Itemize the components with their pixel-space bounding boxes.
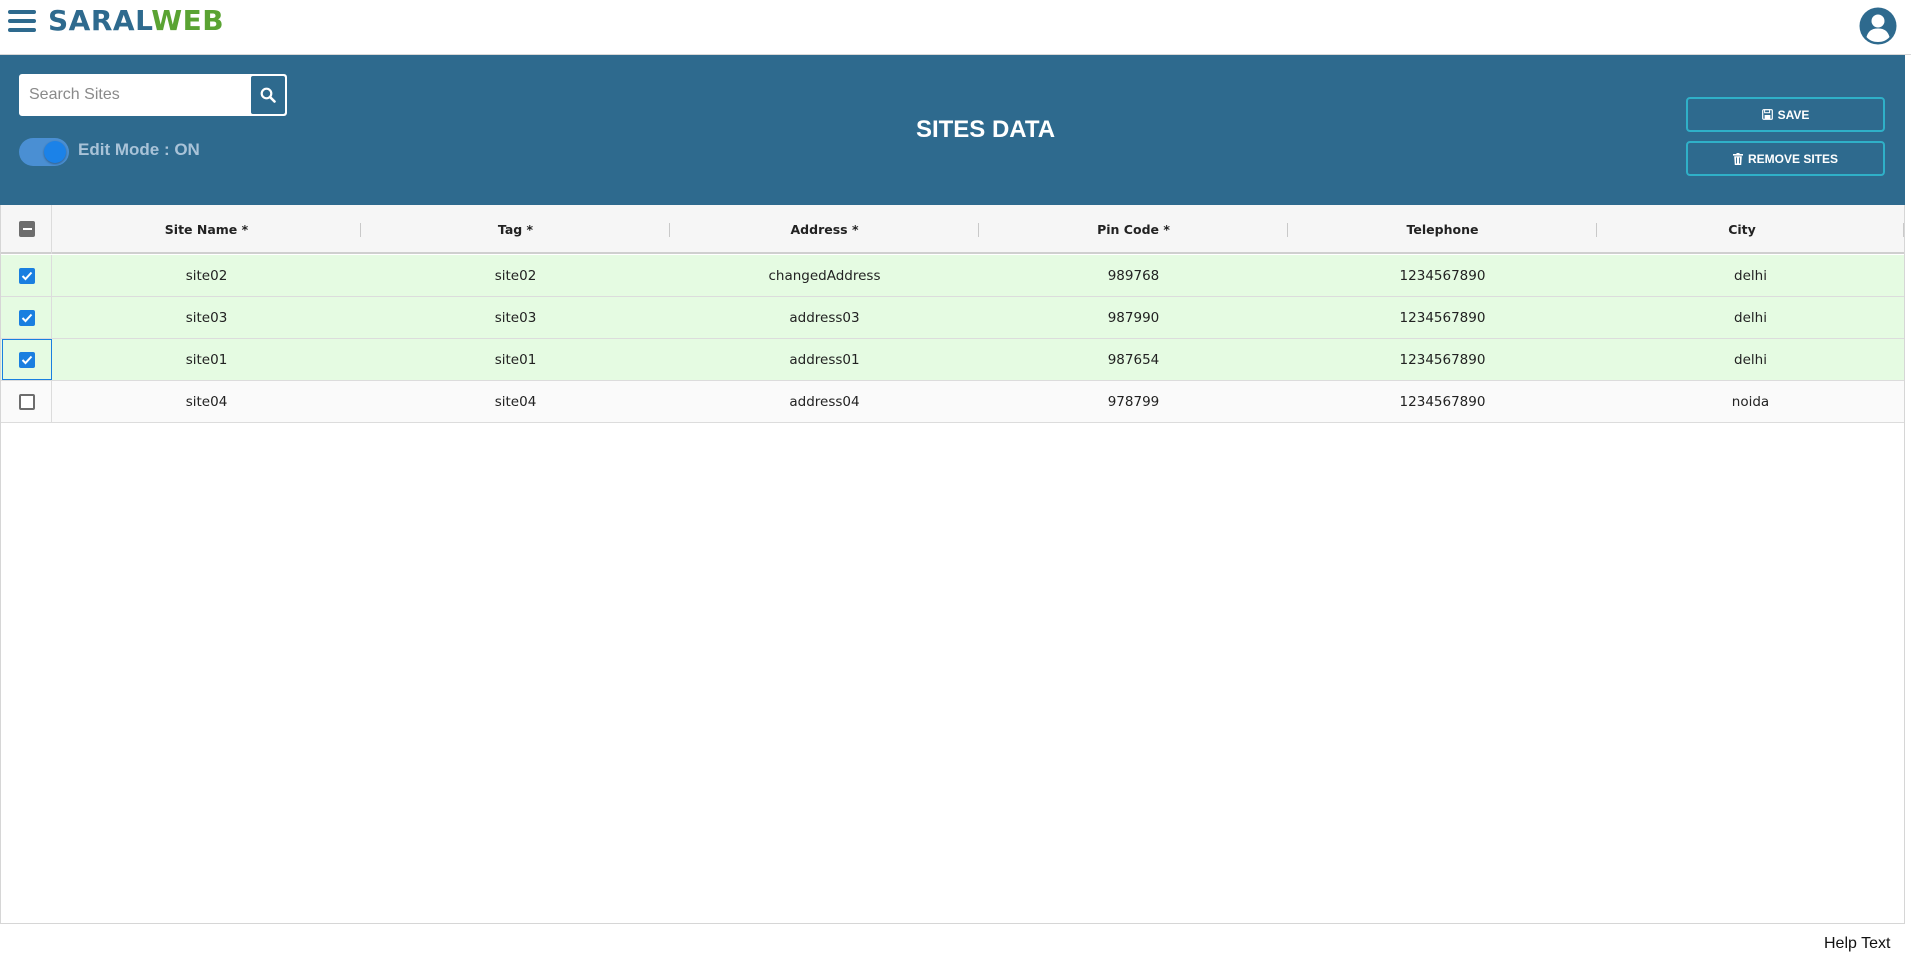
checkmark-icon (21, 355, 33, 365)
column-separator[interactable] (1903, 223, 1904, 237)
cell-pin-code[interactable]: 978799 (979, 381, 1288, 422)
search-icon (260, 87, 276, 103)
page-header: Edit Mode : ON SITES DATA SAVE REMOVE SI… (0, 55, 1905, 205)
cell-city[interactable]: delhi (1597, 255, 1904, 296)
user-account-icon[interactable] (1858, 6, 1898, 46)
hamburger-menu-icon[interactable] (8, 7, 36, 35)
grid-header: Site Name * Tag * Address * Pin Code * T… (1, 205, 1904, 254)
remove-sites-button[interactable]: REMOVE SITES (1686, 141, 1885, 176)
row-checkbox[interactable] (19, 394, 35, 410)
search-input[interactable] (21, 76, 248, 114)
cell-telephone[interactable]: 1234567890 (1288, 297, 1597, 338)
save-button-label: SAVE (1777, 107, 1810, 122)
cell-tag[interactable]: site01 (361, 339, 670, 380)
remove-sites-label: REMOVE SITES (1747, 151, 1839, 166)
search-box (19, 74, 287, 116)
row-checkbox[interactable] (19, 310, 35, 326)
cell-site-name[interactable]: site01 (52, 339, 361, 380)
cell-telephone[interactable]: 1234567890 (1288, 381, 1597, 422)
help-text-link[interactable]: Help Text (1824, 935, 1890, 953)
cell-city[interactable]: delhi (1597, 297, 1904, 338)
checkmark-icon (21, 271, 33, 281)
cell-site-name[interactable]: site02 (52, 255, 361, 296)
floppy-disk-icon (1761, 109, 1773, 120)
save-button[interactable]: SAVE (1686, 97, 1885, 132)
cell-site-name[interactable]: site04 (52, 381, 361, 422)
column-header-tag[interactable]: Tag * (361, 205, 670, 254)
cell-city[interactable]: noida (1597, 381, 1904, 422)
cell-address[interactable]: address01 (670, 339, 979, 380)
cell-address[interactable]: address03 (670, 297, 979, 338)
column-header-address[interactable]: Address * (670, 205, 979, 254)
cell-city[interactable]: delhi (1597, 339, 1904, 380)
logo-part-1: SARAL (48, 4, 152, 37)
table-row[interactable]: site01 site01 address01 987654 123456789… (1, 339, 1904, 381)
column-header-site-name[interactable]: Site Name * (52, 205, 361, 254)
minus-icon (22, 228, 32, 230)
table-row[interactable]: site02 site02 changedAddress 989768 1234… (1, 255, 1904, 297)
logo-part-2: WEB (151, 4, 225, 37)
cell-pin-code[interactable]: 989768 (979, 255, 1288, 296)
cell-address[interactable]: changedAddress (670, 255, 979, 296)
app-logo: SARALWEB (48, 2, 224, 40)
column-header-telephone[interactable]: Telephone (1288, 205, 1597, 254)
row-checkbox[interactable] (19, 268, 35, 284)
trash-icon (1732, 152, 1743, 165)
column-header-city[interactable]: City (1597, 205, 1887, 254)
checkmark-icon (21, 313, 33, 323)
cell-site-name[interactable]: site03 (52, 297, 361, 338)
search-button[interactable] (251, 76, 285, 114)
cell-pin-code[interactable]: 987654 (979, 339, 1288, 380)
table-row[interactable]: site04 site04 address04 978799 123456789… (1, 381, 1904, 423)
sites-grid: Site Name * Tag * Address * Pin Code * T… (0, 205, 1905, 924)
page-title: SITES DATA (915, 116, 1056, 143)
cell-address[interactable]: address04 (670, 381, 979, 422)
cell-telephone[interactable]: 1234567890 (1288, 339, 1597, 380)
cell-tag[interactable]: site02 (361, 255, 670, 296)
cell-telephone[interactable]: 1234567890 (1288, 255, 1597, 296)
cell-tag[interactable]: site04 (361, 381, 670, 422)
row-checkbox[interactable] (19, 352, 35, 368)
top-bar: SARALWEB (0, 0, 1911, 55)
column-header-pin-code[interactable]: Pin Code * (979, 205, 1288, 254)
cell-tag[interactable]: site03 (361, 297, 670, 338)
select-all-checkbox[interactable] (19, 221, 35, 237)
table-row[interactable]: site03 site03 address03 987990 123456789… (1, 297, 1904, 339)
toggle-knob (44, 141, 66, 163)
cell-pin-code[interactable]: 987990 (979, 297, 1288, 338)
